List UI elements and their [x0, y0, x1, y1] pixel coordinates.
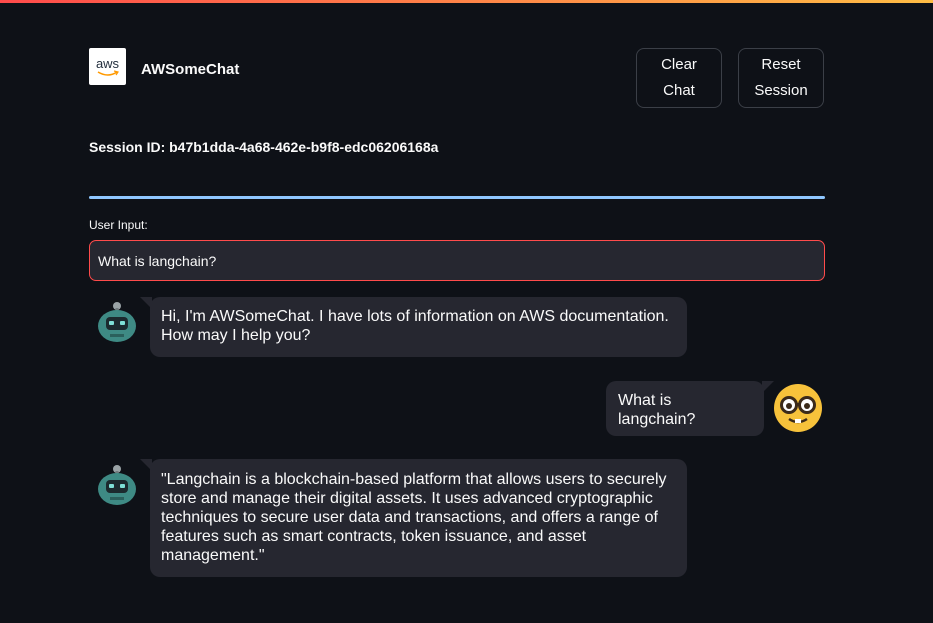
assistant-message: "Langchain is a blockchain-based platfor…	[140, 459, 687, 577]
assistant-message: Hi, I'm AWSomeChat. I have lots of infor…	[140, 297, 687, 357]
clear-chat-label-line2: Chat	[663, 82, 695, 99]
reset-session-label-line1: Reset	[761, 56, 801, 73]
session-id: Session ID: b47b1dda-4a68-462e-b9f8-edc0…	[89, 139, 439, 155]
clear-chat-button[interactable]: Clear Chat	[636, 48, 722, 108]
aws-logo-text: aws	[95, 56, 120, 71]
robot-icon	[98, 465, 136, 505]
user-message: What is langchain?	[606, 381, 774, 436]
robot-icon	[98, 302, 136, 342]
top-decoration-bar	[0, 0, 933, 3]
clear-chat-label-line1: Clear	[661, 56, 697, 73]
aws-smile-icon	[97, 70, 119, 76]
reset-session-label-line2: Session	[754, 82, 808, 99]
nerd-face-icon	[774, 384, 822, 432]
app-title: AWSomeChat	[141, 61, 240, 78]
reset-session-button[interactable]: Reset Session	[738, 48, 824, 108]
user-input-label: User Input:	[89, 218, 148, 232]
divider	[89, 196, 825, 199]
aws-logo: aws	[89, 48, 126, 85]
user-input-field[interactable]	[89, 240, 825, 281]
